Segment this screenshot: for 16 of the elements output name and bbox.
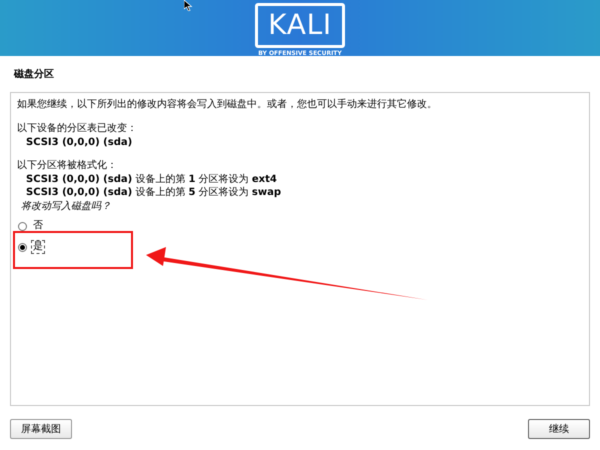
- question-text: 将改动写入磁盘吗？: [21, 200, 112, 214]
- section-heading: 以下分区将被格式化：: [17, 159, 118, 173]
- section-heading: 以下设备的分区表已改变：: [17, 122, 138, 136]
- device-entry: SCSI3 (0,0,0) (sda): [26, 136, 134, 149]
- logo: KALI: [255, 3, 345, 48]
- option-label[interactable]: 否: [31, 219, 45, 233]
- radio-button[interactable]: [18, 222, 27, 230]
- page-title: 磁盘分区: [14, 68, 55, 81]
- option-label[interactable]: 是: [31, 240, 45, 254]
- screenshot-button[interactable]: 屏幕截图: [10, 419, 72, 439]
- intro-text: 如果您继续，以下所列出的修改内容将会写入到磁盘中。或者，您也可以手动来进行其它修改。: [17, 98, 438, 112]
- radio-button[interactable]: [18, 242, 27, 252]
- device-entry: SCSI3 (0,0,0) (sda) 设备上的第 1 分区将设为 ext4: [26, 173, 278, 186]
- continue-button[interactable]: 继续: [528, 419, 590, 439]
- device-entry: SCSI3 (0,0,0) (sda) 设备上的第 5 分区将设为 swap: [26, 186, 282, 199]
- mouse-cursor-icon: [184, 0, 193, 11]
